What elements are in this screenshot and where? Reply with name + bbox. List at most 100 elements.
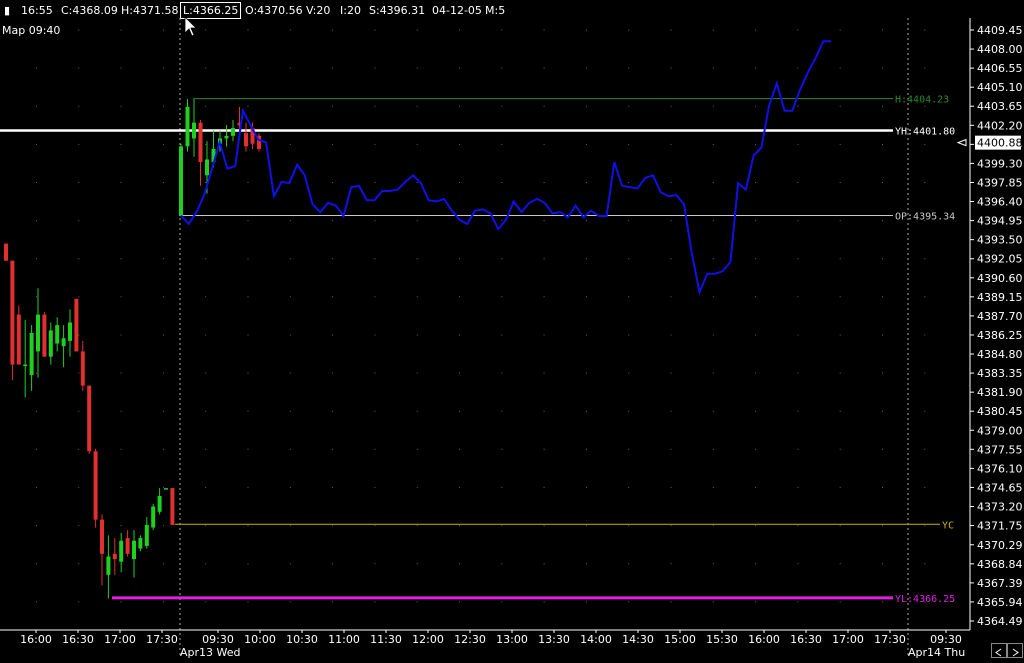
candle-prev-body-6 (42, 314, 47, 357)
candle-prev-body-2 (16, 314, 21, 365)
x-tick-label-14: 14:30 (622, 633, 654, 646)
candle-prev-body-19 (125, 538, 130, 554)
y-tick-label-12: 4392.05 (977, 253, 1023, 266)
session-dividers (179, 18, 909, 655)
candle-prev-body-14 (93, 451, 98, 520)
x-tick-label-21: 09:30 (930, 633, 962, 646)
date-label-0: Apr13 Wed (180, 646, 241, 659)
candle-today-body-10 (244, 133, 248, 147)
x-tick-label-16: 15:30 (706, 633, 738, 646)
y-tick-label-9: 4396.40 (977, 196, 1023, 209)
y-tick-label-31: 4364.49 (977, 615, 1023, 628)
candle-prev-body-22 (144, 524, 149, 546)
candle-prev-body-0 (4, 243, 8, 261)
candle-prev-body-25 (164, 488, 168, 490)
x-tick-label-1: 16:30 (62, 633, 94, 646)
y-axis: 4409.45 4408.00 4406.55 4405.10 4403.65 4402.… (970, 24, 1023, 628)
level-label-4: YL:4366.25 (895, 594, 955, 605)
candle-prev-body-8 (55, 325, 60, 344)
y-tick-label-2: 4406.55 (977, 62, 1023, 75)
y-tick-label-0: 4409.45 (977, 24, 1023, 37)
y-tick-label-15: 4387.70 (977, 310, 1023, 323)
x-tick-label-5: 10:00 (244, 633, 276, 646)
grid-dots (36, 29, 926, 603)
scroll-right-button[interactable] (1007, 643, 1023, 658)
level-label-2: OP:4395.34 (895, 211, 955, 222)
candle-prev-body-12 (80, 351, 85, 386)
candle-prev-body-21 (138, 538, 143, 549)
x-tick-label-6: 10:30 (286, 633, 318, 646)
y-tick-label-20: 4380.45 (977, 405, 1023, 418)
price-chart[interactable]: H:4404.23 YH:4401.80 OP:4395.34 YC YL:4366.2… (0, 0, 1024, 660)
candle-today-body-0 (179, 146, 183, 217)
y-tick-label-5: 4402.20 (977, 119, 1023, 132)
candle-today-body-2 (192, 122, 196, 139)
x-tick-label-0: 16:00 (20, 633, 52, 646)
level-label-3: YC (942, 520, 954, 531)
level-label-0: H:4404.23 (895, 95, 949, 106)
y-tick-label-11: 4393.50 (977, 234, 1023, 247)
y-tick-label-26: 4371.75 (977, 520, 1023, 533)
y-tick-label-21: 4379.00 (977, 424, 1023, 437)
x-tick-label-18: 16:30 (790, 633, 822, 646)
x-tick-label-9: 12:00 (412, 633, 444, 646)
x-tick-label-4: 09:30 (202, 633, 234, 646)
candlesticks (4, 97, 261, 599)
y-tick-label-22: 4377.55 (977, 443, 1023, 456)
candle-prev-body-7 (48, 330, 53, 357)
y-tick-label-30: 4365.94 (977, 596, 1023, 609)
scroll-left-button[interactable] (991, 643, 1007, 658)
y-tick-label-1: 4408.00 (977, 43, 1023, 56)
price-levels: H:4404.23 YH:4401.80 OP:4395.34 YC YL:4366.2… (0, 95, 955, 605)
candle-today-body-3 (198, 122, 203, 163)
y-tick-label-13: 4390.60 (977, 272, 1023, 285)
y-tick-label-7: 4399.30 (977, 157, 1023, 170)
x-tick-label-7: 11:00 (328, 633, 360, 646)
current-price-label: 4400.88 (977, 137, 1023, 150)
candle-prev-body-15 (100, 519, 104, 554)
candle-prev-body-13 (87, 385, 92, 452)
y-tick-label-10: 4394.95 (977, 215, 1023, 228)
y-tick-label-24: 4374.65 (977, 481, 1023, 494)
y-tick-label-27: 4370.29 (977, 539, 1023, 552)
candle-prev-body-23 (151, 506, 156, 528)
candle-prev-body-9 (61, 338, 66, 347)
x-tick-label-17: 16:00 (748, 633, 780, 646)
candle-prev-body-11 (74, 298, 79, 352)
candle-prev-body-20 (132, 540, 136, 560)
x-tick-label-10: 12:30 (454, 633, 486, 646)
candle-today-body-8 (231, 127, 235, 136)
candle-prev-body-18 (119, 540, 124, 562)
x-tick-label-11: 13:00 (496, 633, 528, 646)
arrow-left-icon (995, 648, 1002, 657)
x-tick-label-13: 14:00 (580, 633, 612, 646)
mouse-cursor-icon (184, 16, 197, 37)
x-tick-label-2: 17:00 (104, 633, 136, 646)
x-tick-label-19: 17:00 (832, 633, 864, 646)
arrow-right-icon (1012, 648, 1019, 657)
y-tick-label-23: 4376.10 (977, 462, 1023, 475)
candle-prev-body-5 (36, 314, 40, 352)
x-tick-label-8: 11:30 (370, 633, 402, 646)
candle-today-body-1 (185, 106, 190, 147)
y-tick-label-3: 4405.10 (977, 81, 1023, 94)
x-tick-label-3: 17:30 (146, 633, 178, 646)
y-tick-label-25: 4373.20 (977, 501, 1023, 514)
candle-prev-body-3 (23, 364, 28, 367)
y-tick-label-4: 4403.65 (977, 100, 1023, 113)
level-label-1: YH:4401.80 (895, 127, 955, 138)
date-label-1: Apr14 Thu (908, 646, 965, 659)
candle-prev-body-24 (157, 495, 162, 512)
y-tick-label-19: 4381.90 (977, 386, 1023, 399)
current-price-arrow-icon (956, 138, 967, 147)
y-tick-label-17: 4384.80 (977, 348, 1023, 361)
candle-today-body-7 (224, 135, 229, 139)
x-tick-label-15: 15:00 (664, 633, 696, 646)
x-tick-label-12: 13:30 (538, 633, 570, 646)
y-tick-label-8: 4397.85 (977, 176, 1023, 189)
price-line (180, 40, 831, 296)
x-tick-label-20: 17:30 (874, 633, 906, 646)
y-tick-label-18: 4383.35 (977, 367, 1023, 380)
y-tick-label-16: 4386.25 (977, 329, 1023, 342)
current-price-marker: 4400.88 (956, 135, 1023, 150)
